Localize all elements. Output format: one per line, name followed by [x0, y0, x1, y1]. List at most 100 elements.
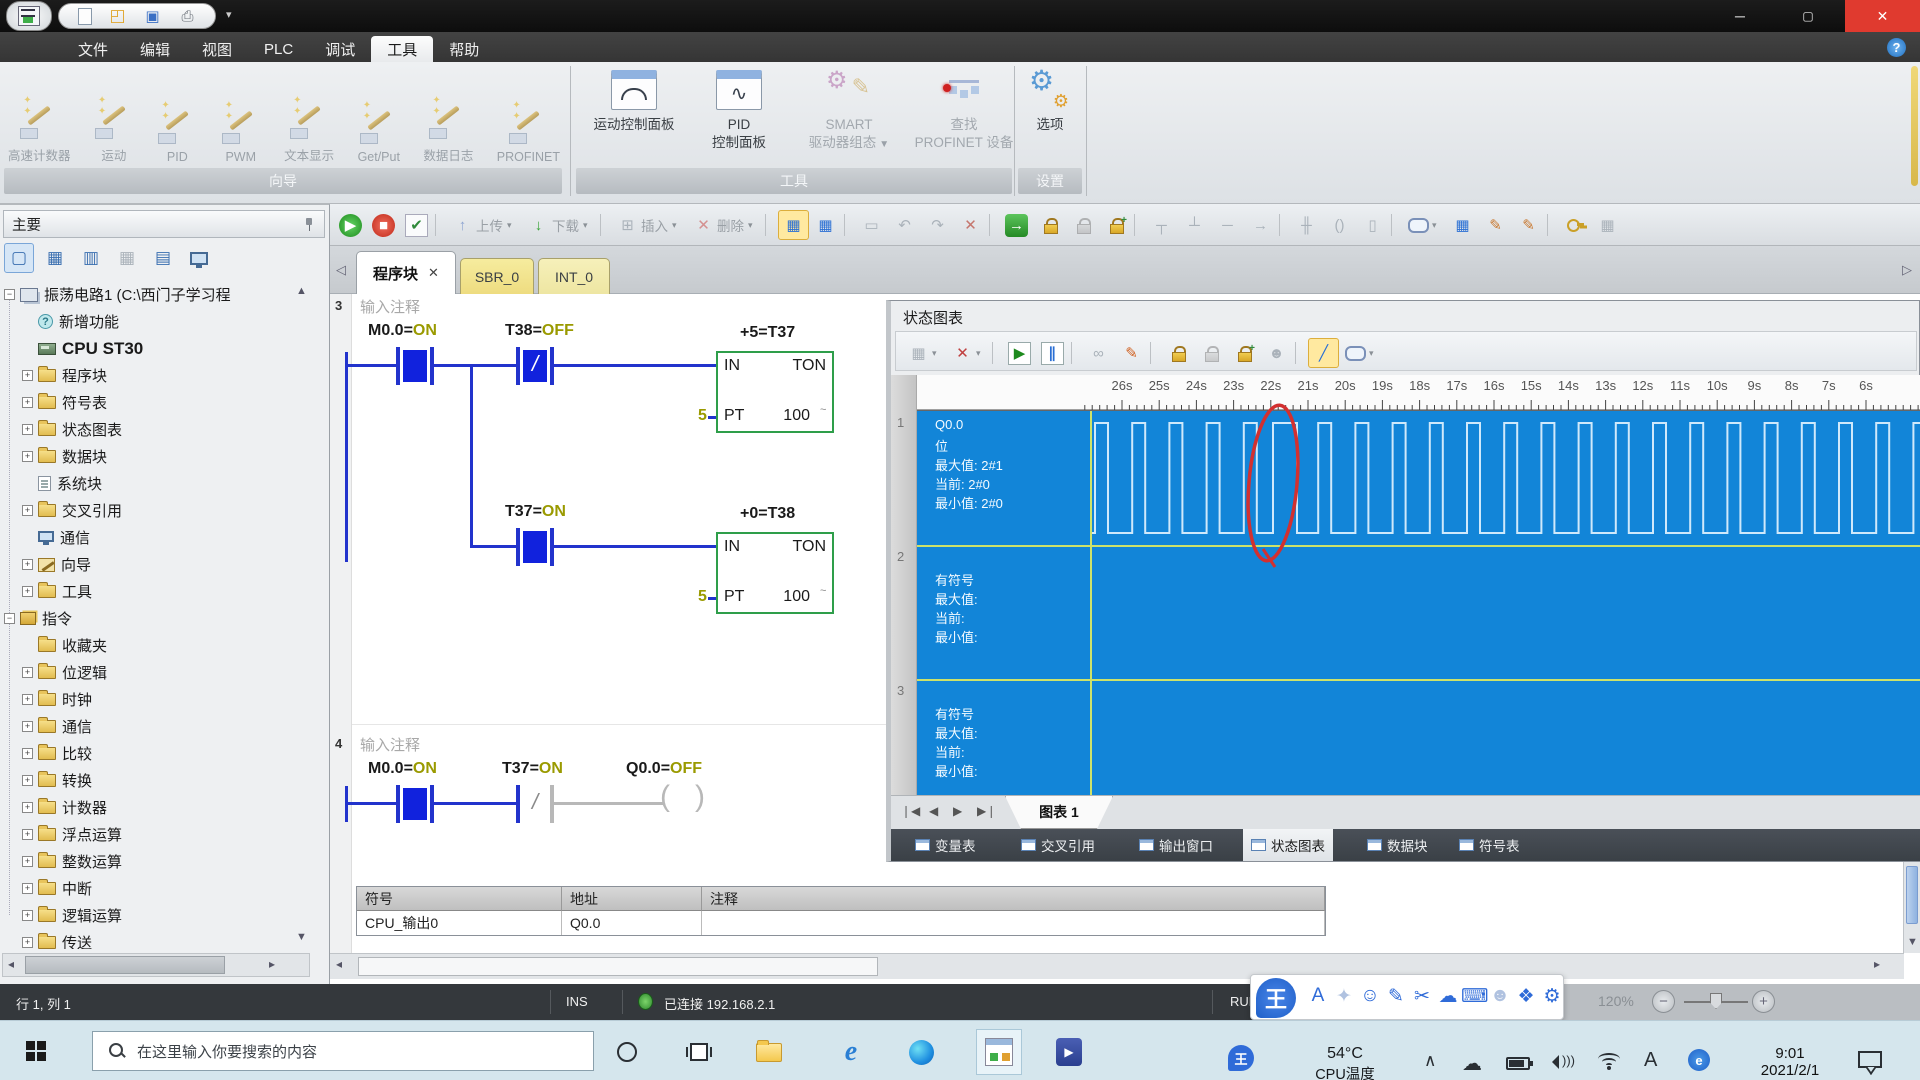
upload-button[interactable]: ↑上传▾ [448, 210, 515, 240]
edit-addr-button[interactable]: ✎ [1514, 210, 1543, 240]
ime-icon-6[interactable]: ⌨ [1461, 985, 1487, 1008]
network-comment[interactable]: 输入注释 [360, 296, 420, 317]
tree-item-振荡电路1 (C:\西门子学习程[interactable]: −振荡电路1 (C:\西门子学习程 [4, 281, 231, 308]
new-file-icon[interactable] [78, 8, 92, 25]
wizard-button-文本显示[interactable]: 文本显示 [284, 68, 334, 164]
view-lad-button[interactable]: ▦ [778, 210, 809, 240]
timer-pt-operand[interactable]: 5 [698, 588, 707, 606]
ribbon-button-运动控制面板[interactable]: 运动控制面板 [578, 70, 690, 134]
start-button[interactable] [26, 1041, 46, 1061]
tree-item-逻辑运算[interactable]: +逻辑运算 [22, 902, 122, 929]
wire-down-button[interactable]: ┬ [1147, 210, 1176, 240]
symbol-table-cell[interactable] [702, 911, 1325, 935]
wizard-button-PWM[interactable]: PWM [221, 68, 261, 164]
contact-M0.0[interactable] [396, 347, 434, 385]
lock-gray-button[interactable] [1068, 210, 1098, 240]
tree-expander-icon[interactable]: + [22, 424, 33, 435]
ime-icon-2[interactable]: ☺ [1357, 985, 1383, 1007]
tree-item-中断[interactable]: +中断 [22, 875, 92, 902]
goto-button[interactable]: → [1002, 210, 1031, 240]
editor-vscrollbar[interactable]: ▼ [1903, 862, 1920, 953]
tag-button[interactable]: ▾ [1404, 210, 1440, 240]
tree-expander-icon[interactable]: + [22, 937, 33, 948]
scroll-left-icon[interactable]: ◂ [336, 957, 342, 971]
tabs-scroll-left-icon[interactable]: ◁ [336, 262, 346, 278]
tree-expander-icon[interactable]: + [22, 802, 33, 813]
symbol-table-cell[interactable]: CPU_输出0 [357, 911, 562, 935]
menu-item-调试[interactable]: 调试 [309, 36, 371, 62]
tree-item-程序块[interactable]: +程序块 [22, 362, 107, 389]
tree-item-传送[interactable]: +传送 [22, 929, 92, 949]
edit-cell-button[interactable]: ✎ [1481, 210, 1510, 240]
wizard-button-PID[interactable]: PID [157, 68, 197, 164]
timer-pt-operand[interactable]: 5 [698, 407, 707, 425]
contact-label[interactable]: T37=ON [505, 503, 566, 521]
wire-up-button[interactable]: ┴ [1180, 210, 1209, 240]
help-icon[interactable]: ? [1887, 38, 1906, 57]
tree-expander-icon[interactable]: + [22, 397, 33, 408]
tree-expander-icon[interactable]: − [4, 613, 15, 624]
wizard-button-运动[interactable]: 运动 [94, 68, 134, 164]
compile-button[interactable]: ✔ [402, 210, 431, 240]
download-button[interactable]: ↓下载▾ [524, 210, 591, 240]
zoom-out-button[interactable]: − [1652, 990, 1675, 1013]
tab-sbr0[interactable]: SBR_0 [460, 258, 534, 294]
ime-icon-9[interactable]: ⚙ [1539, 985, 1565, 1008]
window-button[interactable]: ▭ [857, 210, 886, 240]
tree-expander-icon[interactable]: + [22, 748, 33, 759]
wire-arrow-button[interactable]: → [1246, 210, 1275, 240]
timer-box-T37[interactable]: IN TON PT 100 [716, 351, 834, 433]
media-player-icon[interactable]: ▶ [1056, 1039, 1082, 1065]
view-grid-icon[interactable]: ▦ [112, 243, 142, 273]
input-language-icon[interactable]: A [1644, 1049, 1657, 1072]
ime-logo-icon[interactable]: 王 [1256, 978, 1296, 1018]
ribbon-button-查找[interactable]: 查找PROFINET 设备 [916, 70, 1012, 152]
tree-item-转换[interactable]: +转换 [22, 767, 92, 794]
close-win-button[interactable]: ✕ [956, 210, 985, 240]
wizard-button-高速计数器[interactable]: 高速计数器 [8, 68, 71, 164]
view-table-doc-icon[interactable]: ▥ [76, 243, 106, 273]
tree-expander-icon[interactable]: + [22, 856, 33, 867]
tree-item-收藏夹[interactable]: 收藏夹 [22, 632, 107, 659]
wizard-button-Get/Put[interactable]: Get/Put [358, 68, 400, 164]
tree-expander-icon[interactable]: + [22, 559, 33, 570]
onedrive-cloud-icon[interactable]: ☁ [1462, 1051, 1482, 1076]
print-icon[interactable]: ⎙ [179, 7, 197, 25]
ime-icon-5[interactable]: ☁ [1435, 985, 1461, 1008]
scroll-right-icon[interactable]: ▸ [269, 957, 275, 971]
contact-label[interactable]: T38=OFF [505, 322, 574, 340]
zoom-in-button[interactable]: + [1752, 990, 1775, 1013]
tree-expander-icon[interactable]: + [22, 451, 33, 462]
notification-center-icon[interactable] [1858, 1051, 1882, 1068]
tree-item-通信[interactable]: 通信 [22, 524, 90, 551]
coil-label[interactable]: Q0.0=OFF [626, 760, 702, 778]
task-view-icon[interactable] [686, 1039, 712, 1065]
tree-expander-icon[interactable]: + [22, 667, 33, 678]
tree-item-状态图表[interactable]: +状态图表 [22, 416, 122, 443]
tree-expander-icon[interactable]: + [22, 370, 33, 381]
tab-program-block[interactable]: 程序块✕ [356, 251, 456, 294]
tab-int0[interactable]: INT_0 [538, 258, 610, 294]
minimize-button[interactable]: ─ [1710, 0, 1770, 32]
menu-item-编辑[interactable]: 编辑 [124, 36, 186, 62]
network-comment[interactable]: 输入注释 [360, 734, 420, 755]
tree-item-比较[interactable]: +比较 [22, 740, 92, 767]
tree-expander-icon[interactable]: + [22, 883, 33, 894]
box-button[interactable]: ▯ [1358, 210, 1387, 240]
run-button[interactable]: ▶ [336, 210, 365, 240]
view-monitor-icon[interactable] [184, 243, 214, 273]
coil-button[interactable]: () [1325, 210, 1354, 240]
insert-button[interactable]: ⊞插入▾ [613, 210, 680, 240]
qat-customize-caret[interactable]: ▾ [226, 8, 232, 21]
plc-software-taskbar-icon[interactable] [976, 1029, 1022, 1075]
wifi-icon[interactable] [1598, 1053, 1620, 1069]
ime-icon-1[interactable]: ✦ [1331, 985, 1357, 1008]
close-button[interactable]: ✕ [1845, 0, 1920, 32]
maximize-button[interactable]: ▢ [1778, 0, 1838, 32]
app-menu-button[interactable] [6, 1, 52, 31]
tree-item-通信[interactable]: +通信 [22, 713, 92, 740]
editor-hscrollbar[interactable]: ◂ ▸ [330, 953, 1904, 979]
contact-T38-nc[interactable]: / [516, 347, 554, 385]
tab-close-icon[interactable]: ✕ [428, 265, 439, 281]
tree-expander-icon[interactable]: + [22, 910, 33, 921]
